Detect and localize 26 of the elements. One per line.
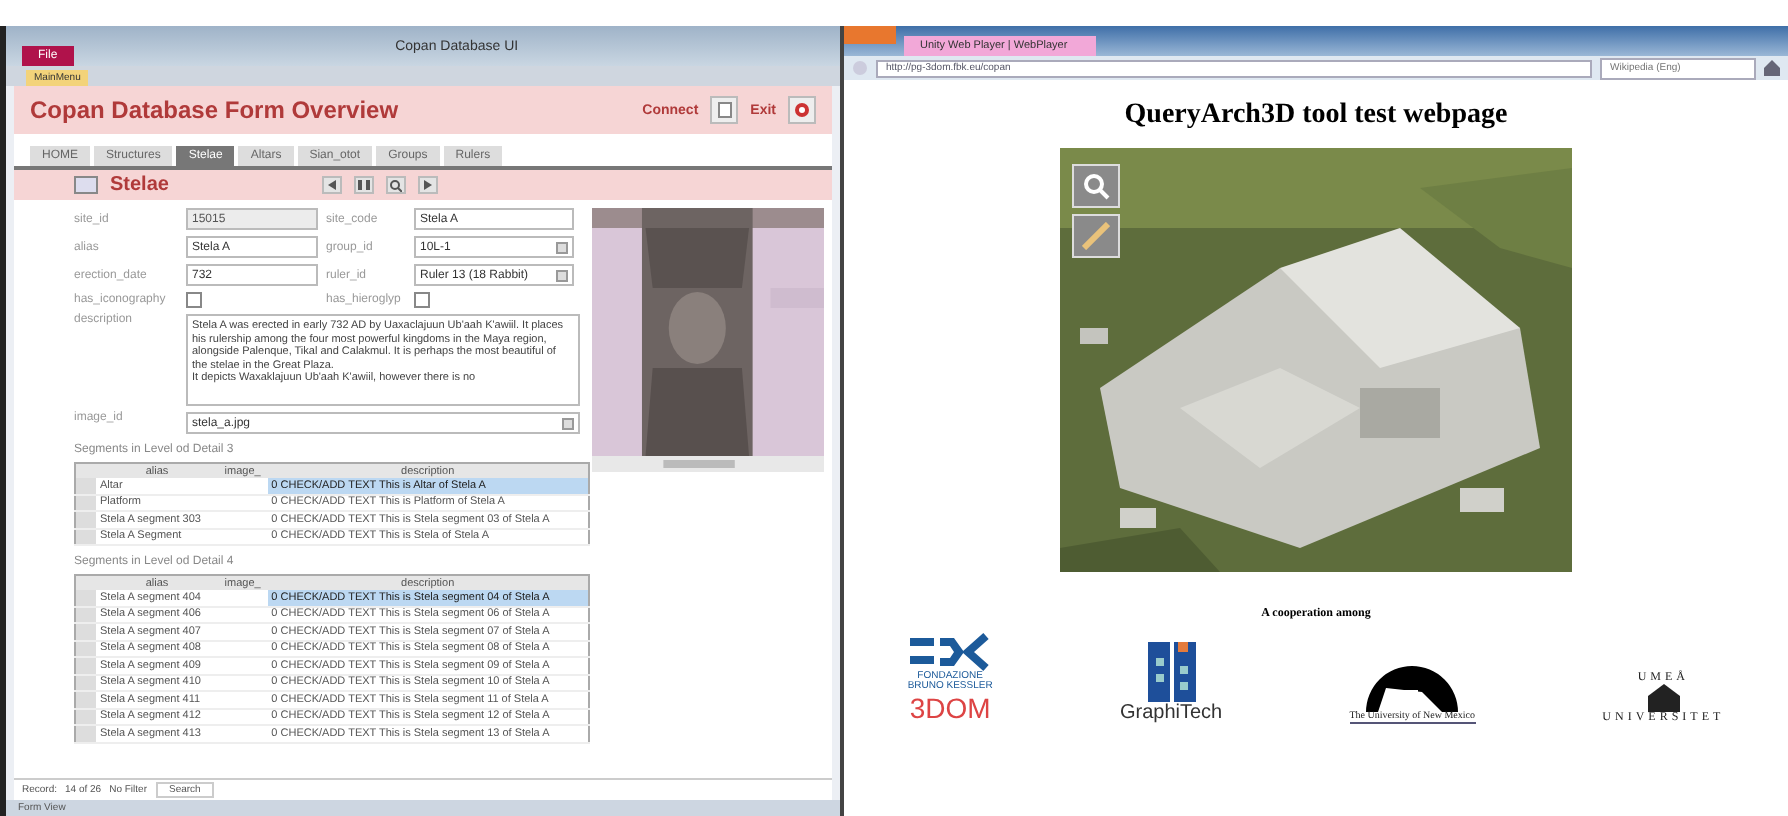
checkbox[interactable] [414,292,430,308]
previous-button[interactable] [322,176,342,194]
ruler-button[interactable] [1072,214,1120,258]
logo-icon [910,632,991,672]
house-icon [1647,684,1680,712]
logo-text: GraphiTech [1119,702,1223,724]
binoculars-button[interactable] [354,176,374,194]
search-icon [1082,172,1110,200]
document-icon[interactable] [717,102,732,118]
logo-text: 3DOM [909,692,991,724]
page-title: QueryArch3D tool test webpage [1124,100,1508,132]
search-button[interactable] [1072,164,1120,208]
form-title: Copan Database Form Overview [30,96,401,124]
home-icon[interactable] [1764,60,1780,76]
right-arrow-icon [424,180,432,190]
mountain-logo-icon [1362,660,1463,712]
left-arrow-icon [328,180,336,190]
section-title: Stelae [110,174,171,196]
checkbox[interactable] [186,292,202,308]
exit-icon[interactable] [794,102,810,118]
ruler-icon [1082,222,1110,250]
building-icon [1147,642,1196,702]
search-button[interactable] [386,176,406,194]
next-button[interactable] [418,176,438,194]
search-icon [390,179,402,191]
form-icon [74,176,98,194]
